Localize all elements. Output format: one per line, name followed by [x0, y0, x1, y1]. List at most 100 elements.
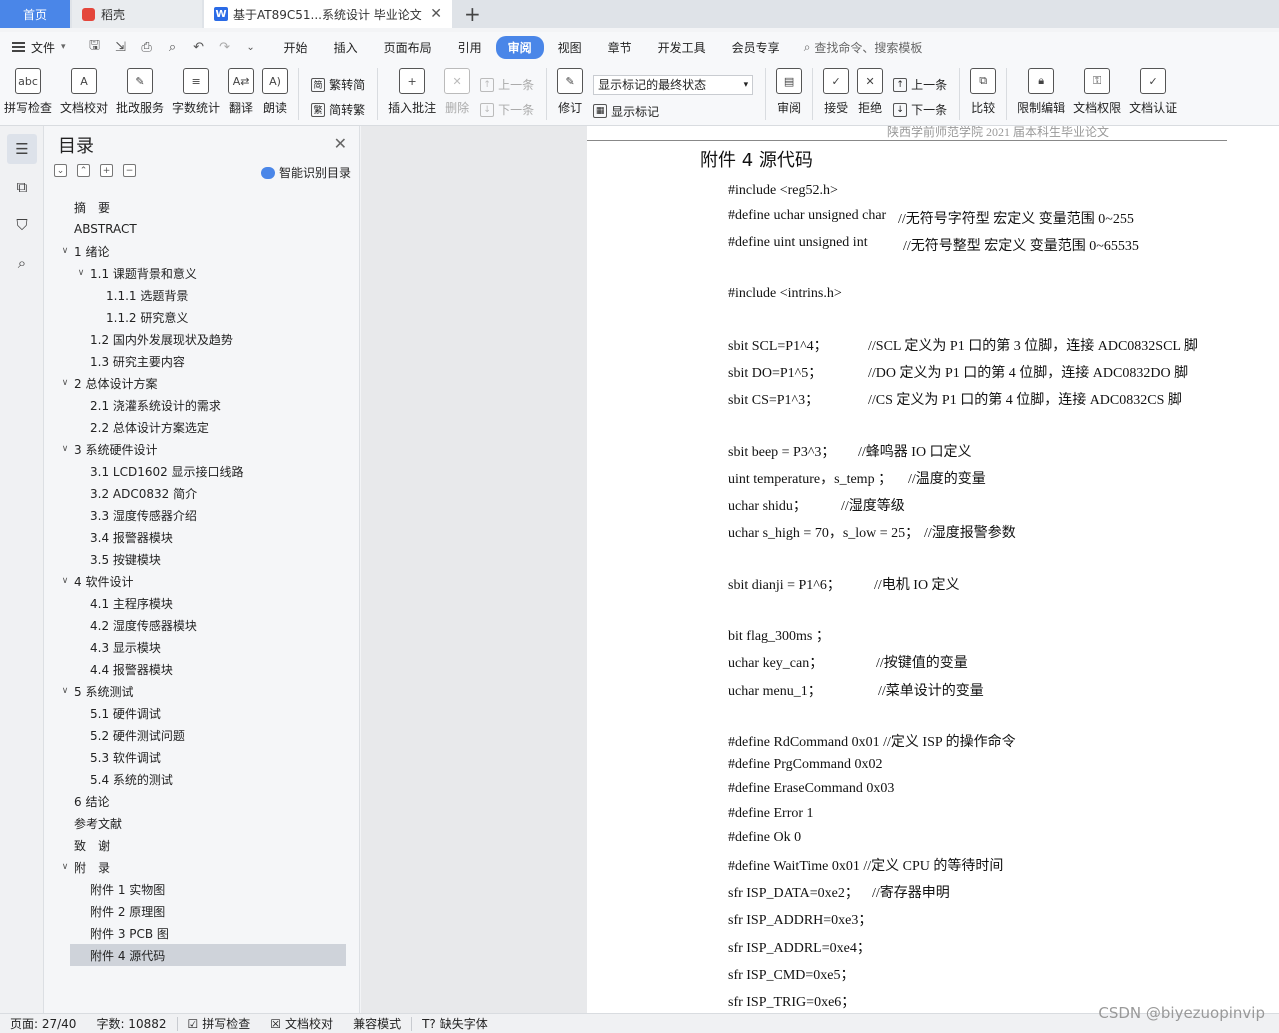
track-changes-button[interactable]: ✎ 修订 [553, 62, 587, 124]
toc-item[interactable]: 5.2 硬件测试问题 [44, 724, 360, 746]
tab-insert[interactable]: 插入 [322, 36, 370, 59]
close-icon[interactable]: ✕ [334, 134, 347, 153]
toc-item[interactable]: 3.1 LCD1602 显示接口线路 [44, 460, 360, 482]
collapse-all-icon[interactable]: ⌃ [77, 164, 90, 177]
toc-item[interactable]: 附件 3 PCB 图 [44, 922, 360, 944]
toc-item[interactable]: 3.2 ADC0832 简介 [44, 482, 360, 504]
chevron-down-icon[interactable]: ∨ [58, 246, 72, 256]
delete-comment-button[interactable]: ✕ 删除 [440, 62, 474, 124]
reject-button[interactable]: ✕ 拒绝 [853, 62, 887, 124]
toc-item[interactable]: 5.1 硬件调试 [44, 702, 360, 724]
chevron-down-icon[interactable]: ∨ [58, 576, 72, 586]
next-comment-button[interactable]: ↓ 下一条 [480, 101, 534, 118]
tab-chapter[interactable]: 章节 [596, 36, 644, 59]
translate-button[interactable]: A⇄ 翻译 [224, 62, 258, 124]
doc-proof-button[interactable]: A 文档校对 [56, 62, 112, 124]
page-indicator[interactable]: 页面: 27/40 [0, 1015, 86, 1032]
expand-all-icon[interactable]: ⌄ [54, 164, 67, 177]
toc-item[interactable]: 1.1.2 研究意义 [44, 306, 360, 328]
print-icon[interactable]: ⎙ [136, 37, 158, 57]
trad-to-simp-button[interactable]: 简繁转简 [311, 76, 365, 93]
toc-item[interactable]: ∨ 3 系统硬件设计 [44, 438, 360, 460]
restrict-edit-button[interactable]: 🔒︎ 限制编辑 [1013, 62, 1069, 124]
insert-comment-button[interactable]: + 插入批注 [384, 62, 440, 124]
toc-item[interactable]: ABSTRACT [44, 218, 360, 240]
toc-item[interactable]: ∨ 1 绪论 [44, 240, 360, 262]
print-preview-icon[interactable]: ⌕ [162, 37, 184, 57]
toc-item[interactable]: 3.4 报警器模块 [44, 526, 360, 548]
toc-item[interactable]: 5.4 系统的测试 [44, 768, 360, 790]
toc-item[interactable]: 摘 要 [44, 196, 360, 218]
new-tab-button[interactable]: + [452, 0, 493, 28]
missing-font[interactable]: T? 缺失字体 [412, 1015, 498, 1032]
document-page[interactable]: 陕西学前师范学院 2021 届本科生毕业论文 附件 4 源代码 #include… [587, 126, 1279, 1013]
close-tab-icon[interactable]: ✕ [430, 6, 442, 22]
prev-change-button[interactable]: ↑ 上一条 [893, 76, 947, 93]
word-count[interactable]: 字数: 10882 [86, 1015, 176, 1032]
toc-item[interactable]: ∨ 5 系统测试 [44, 680, 360, 702]
doc-rights-button[interactable]: ⚿ 文档权限 [1069, 62, 1125, 124]
read-aloud-button[interactable]: A) 朗读 [258, 62, 292, 124]
smart-toc-button[interactable]: 智能识别目录 [260, 164, 351, 181]
customize-icon[interactable]: ⌄ [240, 37, 262, 57]
tab-document[interactable]: W 基于AT89C51...系统设计 毕业论文 ✕ [204, 0, 452, 28]
tab-developer[interactable]: 开发工具 [646, 36, 718, 59]
file-menu-button[interactable]: 文件 ▾ [12, 39, 66, 56]
command-search[interactable]: ⌕ 查找命令、搜索模板 [804, 39, 923, 56]
accept-button[interactable]: ✓ 接受 [819, 62, 853, 124]
save-icon[interactable]: 🖫 [84, 37, 106, 57]
compare-button[interactable]: ⧉ 比较 [966, 62, 1000, 124]
toc-item[interactable]: 6 结论 [44, 790, 360, 812]
tab-home[interactable]: 首页 [0, 0, 70, 28]
word-count-button[interactable]: ≡ 字数统计 [168, 62, 224, 124]
simp-to-trad-button[interactable]: 繁简转繁 [311, 101, 365, 118]
toc-item[interactable]: 4.2 湿度传感器模块 [44, 614, 360, 636]
toc-item[interactable]: 3.5 按键模块 [44, 548, 360, 570]
search-icon[interactable]: ⌕ [7, 248, 37, 278]
status-doc-proof[interactable]: ☒ 文档校对 [260, 1015, 343, 1032]
toc-item[interactable]: 1.1.1 选题背景 [44, 284, 360, 306]
next-change-button[interactable]: ↓ 下一条 [893, 101, 947, 118]
remove-heading-icon[interactable]: − [123, 164, 136, 177]
undo-icon[interactable]: ↶ [188, 37, 210, 57]
toc-item[interactable]: 2.1 浇灌系统设计的需求 [44, 394, 360, 416]
show-markup-button[interactable]: ▦ 显示标记 [593, 103, 753, 120]
toc-item[interactable]: ∨ 1.1 课题背景和意义 [44, 262, 360, 284]
markup-state-select[interactable]: 显示标记的最终状态 ▾ [593, 74, 754, 95]
tab-member[interactable]: 会员专享 [720, 36, 792, 59]
toc-item[interactable]: 附件 4 源代码 [70, 944, 346, 966]
toc-item[interactable]: 致 谢 [44, 834, 360, 856]
document-canvas[interactable]: 陕西学前师范学院 2021 届本科生毕业论文 附件 4 源代码 #include… [361, 126, 1279, 1013]
toc-item[interactable]: 4.4 报警器模块 [44, 658, 360, 680]
toc-item[interactable]: ∨ 4 软件设计 [44, 570, 360, 592]
chevron-down-icon[interactable]: ∨ [58, 686, 72, 696]
doc-certify-button[interactable]: ✓ 文档认证 [1125, 62, 1181, 124]
toc-item[interactable]: ∨ 附 录 [44, 856, 360, 878]
status-spell-check[interactable]: ☑ 拼写检查 [178, 1015, 261, 1032]
prev-comment-button[interactable]: ↑ 上一条 [480, 76, 534, 93]
tab-daoke[interactable]: 稻壳 [72, 0, 202, 28]
tab-view[interactable]: 视图 [546, 36, 594, 59]
toc-item[interactable]: 1.3 研究主要内容 [44, 350, 360, 372]
review-pane-button[interactable]: ▤ 审阅 [772, 62, 806, 124]
toc-panel-icon[interactable]: ☰ [7, 134, 37, 164]
toc-item[interactable]: 4.1 主程序模块 [44, 592, 360, 614]
tab-references[interactable]: 引用 [446, 36, 494, 59]
spell-check-button[interactable]: abc 拼写检查 [0, 62, 56, 124]
toc-item[interactable]: 5.3 软件调试 [44, 746, 360, 768]
redo-icon[interactable]: ↷ [214, 37, 236, 57]
tab-page-layout[interactable]: 页面布局 [372, 36, 444, 59]
toc-item[interactable]: 附件 1 实物图 [44, 878, 360, 900]
tab-start[interactable]: 开始 [272, 36, 320, 59]
toc-item[interactable]: ∨ 2 总体设计方案 [44, 372, 360, 394]
navigation-pane-icon[interactable]: ⧉ [7, 172, 37, 202]
chevron-down-icon[interactable]: ∨ [58, 378, 72, 388]
chevron-down-icon[interactable]: ∨ [58, 444, 72, 454]
toc-item[interactable]: 1.2 国内外发展现状及趋势 [44, 328, 360, 350]
toc-item[interactable]: 2.2 总体设计方案选定 [44, 416, 360, 438]
toc-item[interactable]: 3.3 湿度传感器介绍 [44, 504, 360, 526]
bookmark-icon[interactable]: ⛉ [7, 210, 37, 240]
batch-service-button[interactable]: ✎ 批改服务 [112, 62, 168, 124]
toc-item[interactable]: 4.3 显示模块 [44, 636, 360, 658]
chevron-down-icon[interactable]: ∨ [58, 862, 72, 872]
